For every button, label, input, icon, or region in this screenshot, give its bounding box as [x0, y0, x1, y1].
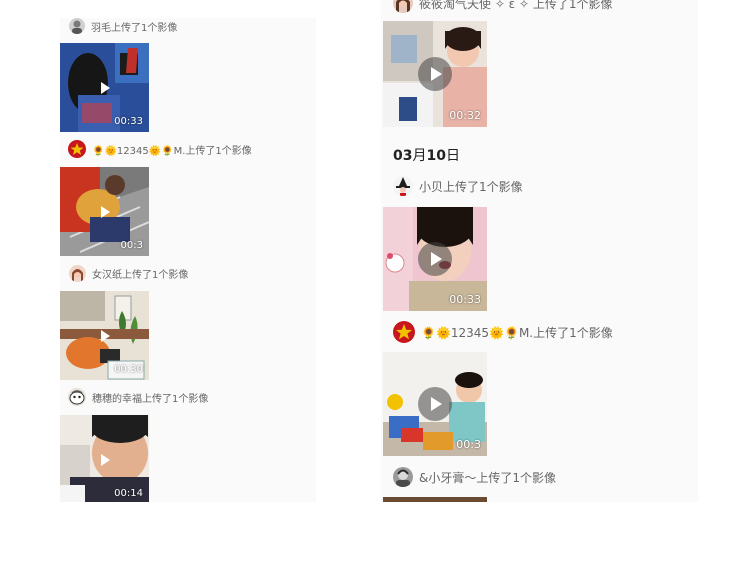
play-icon[interactable]	[418, 57, 452, 91]
uploader-row[interactable]: 小贝上传了1个影像	[393, 176, 523, 196]
video-thumbnail[interactable]: 00:14	[60, 415, 149, 502]
star-badge-avatar-icon	[393, 321, 415, 343]
girl-avatar-icon	[393, 0, 413, 13]
uploader-row[interactable]: 穗穗的幸福上传了1个影像	[68, 388, 208, 406]
uploader-label: 小贝上传了1个影像	[419, 179, 523, 194]
uploader-label: 筱筱淘气天使 ✧ ε ✧ 上传了1个影像	[419, 0, 613, 11]
video-duration: 00:30	[114, 364, 143, 375]
video-thumbnail[interactable]: 00:3	[60, 167, 149, 256]
date-day-unit: 日	[445, 148, 460, 164]
video-duration: 00:14	[114, 488, 143, 499]
child-avatar-icon	[69, 18, 85, 34]
feed-panel-right: 筱筱淘气天使 ✧ ε ✧ 上传了1个影像 00:32 03月10日 小贝上传了1…	[381, 0, 698, 502]
cartoon-avatar-icon	[68, 388, 86, 406]
witch-avatar-icon	[393, 176, 413, 196]
play-icon[interactable]	[418, 387, 452, 421]
video-thumbnail[interactable]: 00:32	[383, 21, 487, 127]
play-icon[interactable]	[418, 242, 452, 276]
date-heading: 03月10日	[393, 145, 460, 165]
uploader-row[interactable]: 筱筱淘气天使 ✧ ε ✧ 上传了1个影像	[393, 0, 613, 13]
play-icon[interactable]	[94, 77, 116, 99]
video-thumbnail[interactable]: 00:33	[60, 43, 149, 132]
video-thumbnail[interactable]	[383, 497, 487, 502]
feed-panel-left: 羽毛上传了1个影像 00:33 🌻🌞12345🌞🌻M.上传了1个影像 00:3 …	[60, 18, 316, 502]
video-duration: 00:32	[449, 109, 481, 122]
video-thumbnail[interactable]: 00:30	[60, 291, 149, 380]
date-day: 10	[426, 148, 446, 164]
date-month: 03	[393, 148, 413, 164]
uploader-label: 🌻🌞12345🌞🌻M.上传了1个影像	[92, 145, 252, 157]
uploader-label: 女汉纸上传了1个影像	[92, 269, 189, 281]
boy-avatar-icon	[393, 467, 413, 487]
date-month-unit: 月	[412, 148, 427, 164]
video-duration: 00:3	[456, 438, 481, 451]
uploader-row[interactable]: &小牙膏～上传了1个影像	[393, 467, 556, 487]
uploader-row[interactable]: 羽毛上传了1个影像	[69, 18, 177, 34]
play-icon[interactable]	[94, 201, 116, 223]
video-duration: 00:33	[449, 293, 481, 306]
uploader-label: &小牙膏～上传了1个影像	[419, 470, 556, 485]
uploader-row[interactable]: 🌻🌞12345🌞🌻M.上传了1个影像	[68, 140, 252, 158]
video-duration: 00:3	[120, 240, 143, 251]
video-thumbnail[interactable]: 00:33	[383, 207, 487, 311]
play-icon[interactable]	[94, 325, 116, 347]
uploader-row[interactable]: 🌻🌞12345🌞🌻M.上传了1个影像	[393, 321, 613, 343]
play-icon[interactable]	[94, 449, 116, 471]
video-thumbnail[interactable]: 00:3	[383, 352, 487, 456]
uploader-label: 穗穗的幸福上传了1个影像	[92, 393, 209, 405]
uploader-label: 羽毛上传了1个影像	[91, 22, 178, 34]
uploader-label: 🌻🌞12345🌞🌻M.上传了1个影像	[421, 325, 613, 340]
video-duration: 00:33	[114, 116, 143, 127]
uploader-row[interactable]: 女汉纸上传了1个影像	[69, 264, 188, 282]
star-badge-avatar-icon	[68, 140, 86, 158]
girl-avatar-icon	[69, 264, 86, 282]
